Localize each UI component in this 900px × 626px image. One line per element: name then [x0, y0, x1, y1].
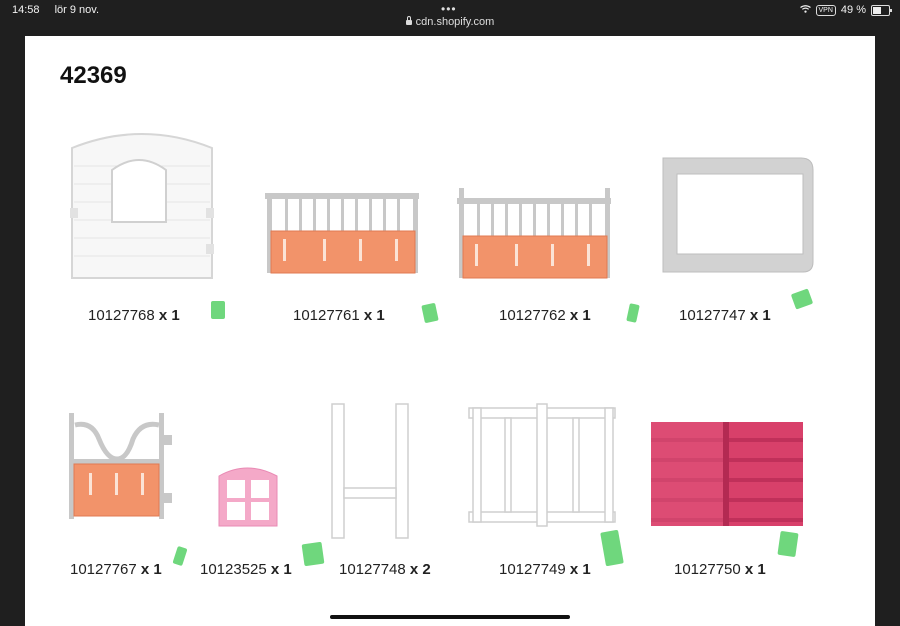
- status-date: lör 9 nov.: [54, 4, 100, 16]
- battery-percent: 49 %: [840, 4, 866, 16]
- set-number-title: 42369: [60, 62, 127, 89]
- part-illustration-pink-window: [218, 467, 278, 527]
- part-number-label: 10123525 x 1: [200, 561, 292, 578]
- part-number-label: 10127768 x 1: [88, 307, 180, 324]
- part-illustration-white-fence: [468, 403, 616, 527]
- status-time: 14:58: [12, 4, 40, 16]
- part-number-label: 10127750 x 1: [674, 561, 766, 578]
- checkmark-sticker: [421, 302, 439, 324]
- status-bar: 14:58 lör 9 nov. ••• cdn.shopify.com VPN…: [0, 0, 900, 36]
- status-right: VPN 49 %: [799, 4, 892, 16]
- part-illustration-stall-gate: [265, 193, 419, 274]
- lock-icon: [405, 16, 412, 25]
- document-page: 42369 10127768 x 1 10127761 x 1 10127762…: [25, 36, 875, 626]
- home-indicator[interactable]: [330, 615, 570, 619]
- part-illustration-stall-door: [69, 413, 172, 519]
- battery-icon: [871, 4, 892, 16]
- checkmark-sticker: [626, 303, 640, 323]
- checkmark-sticker: [301, 541, 325, 567]
- part-number-label: 10127747 x 1: [679, 307, 771, 324]
- part-number-label: 10127767 x 1: [70, 561, 162, 578]
- part-number-label: 10127749 x 1: [499, 561, 591, 578]
- url-text: cdn.shopify.com: [415, 16, 495, 28]
- part-illustration-pink-roof: [651, 422, 803, 526]
- checkmark-sticker: [777, 530, 799, 558]
- part-number-label: 10127748 x 2: [339, 561, 431, 578]
- status-left: 14:58 lör 9 nov.: [12, 4, 111, 16]
- checkmark-sticker: [600, 529, 624, 567]
- part-illustration-grey-frame: [662, 157, 814, 273]
- checkmark-sticker: [211, 301, 225, 319]
- vpn-badge: VPN: [815, 4, 836, 16]
- checkmark-sticker: [172, 545, 188, 567]
- address-bar[interactable]: cdn.shopify.com: [0, 16, 900, 28]
- part-number-label: 10127762 x 1: [499, 307, 591, 324]
- wifi-icon: [799, 4, 811, 16]
- browser-menu-dots-icon[interactable]: •••: [441, 2, 457, 16]
- checkmark-sticker: [790, 288, 814, 310]
- part-illustration-stable-wall: [70, 133, 214, 279]
- part-illustration-h-post: [331, 403, 409, 539]
- part-illustration-stall-gate: [457, 188, 611, 279]
- part-number-label: 10127761 x 1: [293, 307, 385, 324]
